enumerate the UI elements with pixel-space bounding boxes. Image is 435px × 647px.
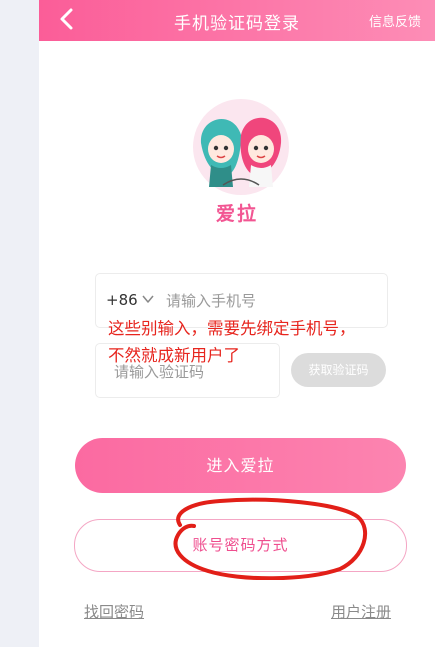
app-name: 爱拉: [215, 203, 258, 225]
annotation-line-2: 不然就成新用户了: [108, 346, 240, 365]
phone-input[interactable]: [164, 287, 378, 315]
enter-button[interactable]: 进入爱拉: [75, 438, 406, 493]
left-strip: [0, 0, 39, 647]
country-code-select[interactable]: +86: [106, 291, 138, 309]
chevron-down-icon[interactable]: [141, 292, 155, 306]
annotation-text: 这些别输入，需要先绑定手机号， 不然就成新用户了: [108, 315, 418, 369]
retrieve-password-link[interactable]: 找回密码: [84, 601, 144, 622]
header-bar: 手机验证码登录 信息反馈: [39, 0, 435, 41]
app-logo: [193, 99, 289, 195]
annotation-line-1: 这些别输入，需要先绑定手机号，: [108, 319, 356, 338]
register-link[interactable]: 用户注册: [331, 601, 391, 622]
couple-logo-icon: [200, 117, 282, 187]
account-password-login-button[interactable]: 账号密码方式: [74, 519, 407, 572]
feedback-link[interactable]: 信息反馈: [369, 11, 421, 30]
